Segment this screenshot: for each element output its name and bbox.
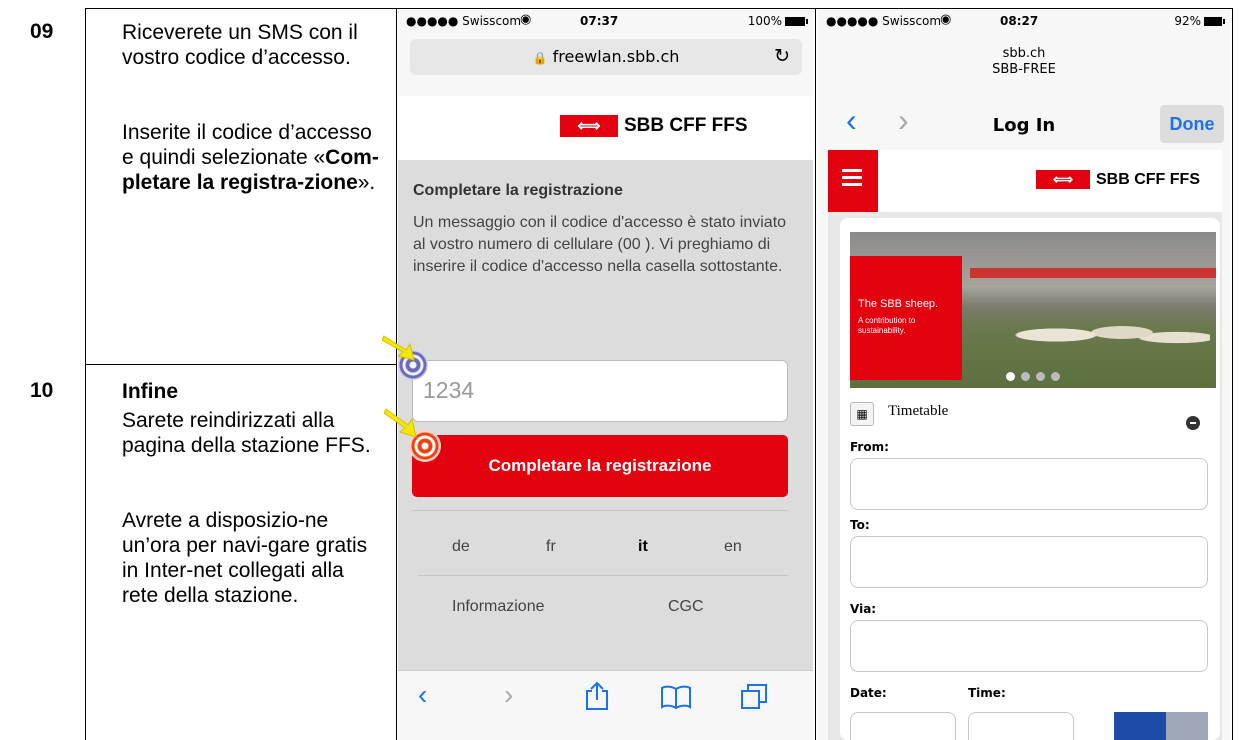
battery-icon <box>785 17 808 26</box>
lock-icon: 🔒 <box>532 51 548 65</box>
battery-icon <box>1204 17 1225 26</box>
carrier-label: ●●●●● Swisscom <box>406 14 522 28</box>
time-input[interactable] <box>968 712 1074 740</box>
access-code-placeholder: 1234 <box>423 377 475 403</box>
to-label: To: <box>850 518 870 532</box>
table-border <box>85 8 86 740</box>
table-border <box>85 8 1233 9</box>
site-header: ⟺ SBB CFF FFS <box>828 150 1222 212</box>
date-label: Date: <box>850 686 887 700</box>
wifi-icon: ◉ <box>940 12 952 27</box>
url-text: freewlan.sbb.ch <box>552 47 680 66</box>
via-input[interactable] <box>850 620 1208 672</box>
wifi-icon: ◉ <box>520 12 532 27</box>
table-border <box>815 8 816 740</box>
carousel-dots[interactable] <box>1006 372 1060 381</box>
battery-indicator: 100% <box>748 14 808 28</box>
banner-caption: The SBB sheep. A contribution to sustain… <box>850 256 962 380</box>
step-instruction: Inserite il codice d’accesso e quindi se… <box>122 121 379 194</box>
form-title: Completare la registrazione <box>413 182 623 199</box>
from-label: From: <box>850 440 889 454</box>
step-number: 09 <box>30 20 54 43</box>
lang-de[interactable]: de <box>452 538 470 556</box>
lang-it[interactable]: it <box>638 538 648 556</box>
banner-title: The SBB sheep. <box>858 298 939 310</box>
clock: 07:37 <box>580 14 619 28</box>
tabs-icon[interactable] <box>740 683 768 711</box>
time-label: Time: <box>968 686 1006 700</box>
link-cgc[interactable]: CGC <box>668 598 704 616</box>
banner-subtitle: A contribution to sustainability. <box>858 316 916 335</box>
swiss-cross-icon: ⟺ <box>560 115 618 137</box>
battery-indicator: 92% <box>1174 14 1225 28</box>
step-text: Avrete a disposizio-ne un’ora per navi-g… <box>122 509 368 607</box>
arrow-icon <box>382 335 415 361</box>
clock: 08:27 <box>1000 14 1039 28</box>
share-icon[interactable] <box>584 681 610 711</box>
step-description: Infine Sarete reindirizzati alla pagina … <box>122 379 384 608</box>
step-number: 10 <box>30 379 54 402</box>
timetable-card: The SBB sheep. A contribution to sustain… <box>840 218 1220 740</box>
sheep-illustration <box>990 310 1210 360</box>
step-text: Riceverete un SMS con il vostro codice d… <box>122 21 358 69</box>
table-border <box>396 8 397 740</box>
access-code-input[interactable]: 1234 <box>412 360 788 422</box>
timetable-icon: ▦ <box>850 402 874 426</box>
domain-label: sbb.ch <box>1002 46 1046 61</box>
network-label: SBB-FREE <box>992 62 1056 77</box>
section-title: Timetable <box>888 403 949 419</box>
lang-en[interactable]: en <box>724 538 742 556</box>
table-border <box>85 364 397 365</box>
from-input[interactable] <box>850 458 1208 510</box>
done-button[interactable]: Done <box>1160 105 1224 143</box>
date-input[interactable] <box>850 712 956 740</box>
via-label: Via: <box>850 602 877 616</box>
phone-screenshot-station-portal: ●●●●● Swisscom ◉ 08:27 92% sbb.ch SBB-FR… <box>818 10 1230 740</box>
step-text: Sarete reindirizzati alla pagina della s… <box>122 409 371 457</box>
step-description: Riceverete un SMS con il vostro codice d… <box>122 20 382 195</box>
status-bar: ●●●●● Swisscom ◉ 08:27 92% <box>818 10 1230 34</box>
swiss-cross-icon: ⟺ <box>1036 170 1090 189</box>
reload-icon[interactable]: ↻ <box>774 45 790 67</box>
address-bar[interactable]: 🔒 freewlan.sbb.ch ↻ <box>410 39 802 75</box>
table-border <box>1232 8 1233 740</box>
captive-nav-bar: ‹ › Log In Done <box>818 98 1230 148</box>
phone-screenshot-registration: ●●●●● Swisscom ◉ 07:37 100% 🔒 freewlan.s… <box>398 10 813 740</box>
captive-header: sbb.ch SBB-FREE <box>818 46 1230 77</box>
status-bar: ●●●●● Swisscom ◉ 07:37 100% 🔒 freewlan.s… <box>398 10 813 110</box>
banner-image[interactable]: The SBB sheep. A contribution to sustain… <box>850 232 1216 388</box>
to-input[interactable] <box>850 536 1208 588</box>
divider <box>412 510 788 511</box>
menu-button[interactable] <box>828 150 878 212</box>
form-area: Completare la registrazione Un messaggio… <box>398 160 813 670</box>
submit-button[interactable]: Completare la registrazione <box>412 435 788 497</box>
divider <box>418 575 788 576</box>
step-heading: Infine <box>122 380 178 403</box>
sbb-logo: ⟺ SBB CFF FFS <box>1036 170 1200 189</box>
web-content: ⟺ SBB CFF FFS The SBB sheep. A contribut… <box>828 150 1222 740</box>
bookmarks-icon[interactable] <box>660 685 692 709</box>
carrier-label: ●●●●● Swisscom <box>826 14 942 28</box>
browser-toolbar: ‹ › <box>398 670 813 740</box>
header-band: ⟺ SBB CFF FFS <box>398 96 813 158</box>
arrow-icon <box>384 408 417 438</box>
content-bg: The SBB sheep. A contribution to sustain… <box>828 212 1222 740</box>
lang-fr[interactable]: fr <box>546 538 556 556</box>
link-informazione[interactable]: Informazione <box>452 598 545 616</box>
back-icon[interactable]: ‹ <box>418 679 427 711</box>
departure-arrival-toggle[interactable] <box>1114 712 1208 740</box>
forward-icon[interactable]: › <box>504 679 513 711</box>
info-message: Un messaggio con il codice d'accesso è s… <box>413 214 787 275</box>
sbb-logo: ⟺ SBB CFF FFS <box>560 115 748 137</box>
